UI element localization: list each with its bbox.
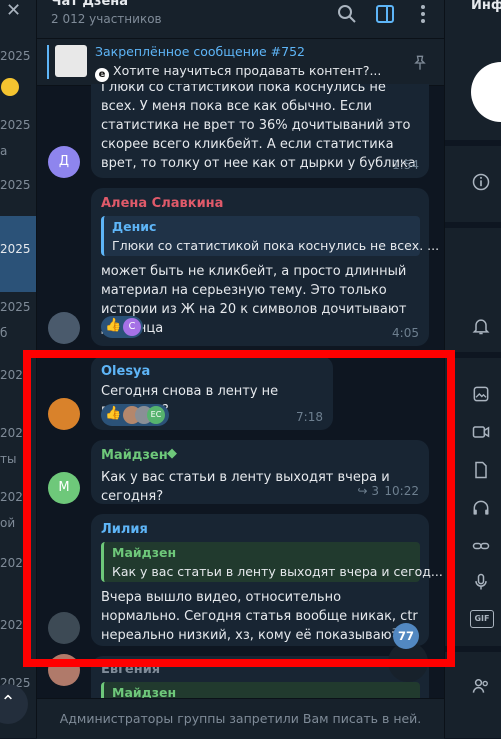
- replies-counter[interactable]: ↪ 3: [357, 484, 379, 498]
- message-time: 1:54: [392, 158, 419, 172]
- fox-emoji-icon: ◆: [167, 446, 177, 461]
- divider: [445, 140, 501, 146]
- reaction-chip[interactable]: 👍 С: [101, 316, 143, 338]
- avatar[interactable]: [48, 312, 80, 344]
- chat-list-date: 2025: [0, 242, 31, 256]
- chat-list-snippet: ты: [0, 452, 17, 466]
- chat-list-date: 2025: [0, 178, 31, 192]
- divider: [445, 646, 501, 652]
- info-icon[interactable]: [471, 172, 491, 192]
- reply-author: Денис: [112, 219, 157, 234]
- more-icon[interactable]: [411, 2, 435, 26]
- members-icon[interactable]: [471, 676, 491, 696]
- reply-quote[interactable]: Денис Глюки со статистикой пока коснулис…: [101, 216, 439, 256]
- chat-list-snippet: а: [0, 144, 8, 158]
- video-icon[interactable]: [471, 422, 491, 442]
- pinned-text-value: Хотите научиться продавать контент?...: [113, 63, 382, 78]
- message-bubble[interactable]: Лилия Майдзен Как у вас статьи в ленту в…: [91, 514, 443, 646]
- replies-count: 3: [371, 484, 379, 498]
- chat-list-snippet: б: [0, 326, 8, 340]
- chat-header[interactable]: Чат Дзена 2 012 участников: [37, 0, 444, 38]
- composer-notice-text: Администраторы группы запретили Вам писа…: [59, 711, 422, 726]
- chevron-up-icon: ⌃: [0, 692, 16, 713]
- chat-list-date: 2025: [0, 426, 31, 440]
- gif-icon[interactable]: GIF: [470, 610, 494, 628]
- chat-list-panel: ✕ 2025 2025 а 2025 2025 2025 б 2025 2025…: [0, 0, 37, 738]
- link-icon[interactable]: [471, 536, 491, 556]
- chat-list-date: 2025: [0, 368, 31, 382]
- chevron-down-icon: ⌄: [401, 651, 415, 670]
- unread-badge[interactable]: 77: [393, 623, 419, 649]
- pinned-thumbnail: [55, 45, 87, 77]
- pinned-message-bar[interactable]: Закреплённое сообщение #752 e Хотите науч…: [37, 38, 444, 86]
- pinned-title: Закреплённое сообщение #752: [95, 44, 305, 59]
- divider: [445, 222, 501, 228]
- message-author[interactable]: Евгения: [101, 662, 160, 677]
- message-text: Вчера вышло видео, относительно нормальн…: [101, 590, 418, 643]
- reply-quote[interactable]: Майдзен: [101, 682, 420, 698]
- message-time: 10:22: [384, 484, 419, 498]
- chat-list-date: 2025: [0, 300, 31, 314]
- thumbs-up-icon: 👍: [105, 406, 122, 421]
- reply-quote[interactable]: Майдзен Как у вас статьи в ленту выходят…: [101, 542, 443, 582]
- message-bubble[interactable]: Глюки со статистикой пока коснулись не в…: [91, 84, 429, 178]
- chat-list-date: 2025: [0, 556, 31, 570]
- avatar[interactable]: М: [48, 472, 80, 504]
- message-author[interactable]: Olesya: [101, 364, 150, 379]
- sidebar-toggle-icon[interactable]: [373, 2, 397, 26]
- composer-notice-bar: Администраторы группы запретили Вам писа…: [37, 698, 444, 739]
- scroll-up-button[interactable]: ⌃: [0, 684, 28, 724]
- photo-icon[interactable]: [471, 384, 491, 404]
- reply-text: Как у вас статьи в ленту выходят вчера и…: [112, 564, 443, 579]
- search-icon[interactable]: [335, 2, 359, 26]
- message-list[interactable]: Глюки со статистикой пока коснулись не в…: [37, 84, 444, 698]
- reply-text: Глюки со статистикой пока коснулись не в…: [112, 238, 440, 253]
- reactor-avatar: ЕС: [147, 406, 165, 424]
- bell-icon[interactable]: [471, 316, 491, 336]
- chat-area: Чат Дзена 2 012 участников Закреплённое …: [37, 0, 444, 739]
- reply-arrow-icon: ↪: [357, 484, 372, 498]
- thumbs-up-icon: 👍: [105, 318, 122, 333]
- pinned-text: e Хотите научиться продавать контент?...: [95, 63, 381, 82]
- avatar[interactable]: [48, 398, 80, 430]
- reply-author: Майдзен: [112, 545, 177, 560]
- reactor-avatar: С: [123, 318, 141, 336]
- message-bubble[interactable]: Евгения Майдзен: [91, 656, 429, 698]
- channel-logo-icon: e: [95, 68, 109, 82]
- pinned-accent-bar: [47, 45, 49, 79]
- avatar[interactable]: [48, 654, 80, 686]
- chat-title: Чат Дзена: [51, 0, 129, 9]
- info-panel-title: Инф: [471, 0, 501, 13]
- close-icon[interactable]: ✕: [6, 0, 21, 21]
- chat-list-date: 2025: [0, 618, 31, 632]
- message-author[interactable]: Лилия: [101, 522, 148, 537]
- message-bubble[interactable]: Алена Славкина Денис Глюки со статистико…: [91, 188, 439, 346]
- group-avatar[interactable]: [471, 62, 501, 122]
- microphone-icon[interactable]: [471, 572, 491, 592]
- info-panel: Инф GIF: [444, 0, 501, 738]
- chat-list-date: 2025: [0, 490, 31, 504]
- message-bubble[interactable]: Майдзен ◆ Как у вас статьи в ленту выход…: [91, 440, 429, 504]
- message-bubble[interactable]: Olesya Сегодня снова в ленту не выходим?…: [91, 356, 333, 430]
- audio-icon[interactable]: [471, 498, 491, 518]
- file-icon[interactable]: [471, 460, 491, 480]
- message-time: 7:18: [296, 410, 323, 424]
- emoji-icon: [1, 78, 19, 96]
- reply-author: Майдзен: [112, 685, 177, 698]
- divider: [445, 352, 501, 358]
- reaction-chip[interactable]: 👍 ЕС: [101, 404, 169, 426]
- chat-list-date: 2025: [0, 118, 31, 132]
- pin-list-icon[interactable]: [410, 53, 430, 73]
- avatar[interactable]: Д: [48, 146, 80, 178]
- chat-list-date: 2025: [0, 49, 31, 63]
- chat-subtitle: 2 012 участников: [51, 12, 162, 26]
- chat-list-snippet: ой: [0, 516, 16, 530]
- avatar[interactable]: [48, 612, 80, 644]
- message-author[interactable]: Алена Славкина: [101, 196, 223, 211]
- message-author[interactable]: Майдзен: [101, 448, 168, 463]
- message-text: Глюки со статистикой пока коснулись не в…: [101, 84, 416, 171]
- message-text: может быть не кликбейт, а просто длинный…: [101, 264, 407, 336]
- message-time: 4:05: [392, 326, 419, 340]
